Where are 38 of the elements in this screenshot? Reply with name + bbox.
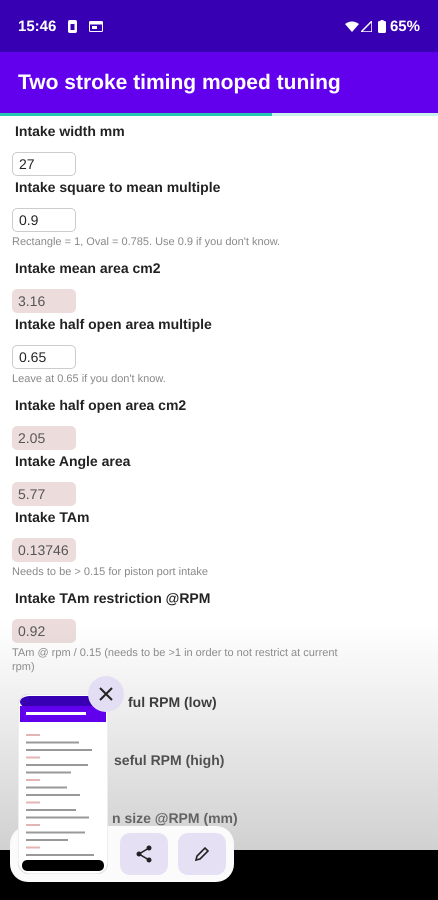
field-label: Intake TAm — [14, 508, 90, 527]
input-field[interactable]: 0.9 — [12, 208, 76, 232]
status-time: 15:46 — [18, 18, 56, 34]
window-icon — [89, 20, 104, 32]
input-field[interactable]: 27 — [12, 152, 76, 176]
field-label: Intake half open area multiple — [14, 315, 213, 334]
field-label: ful RPM (low) — [128, 694, 217, 710]
field-label: Intake width mm — [14, 122, 126, 141]
field-label: Intake TAm restriction @RPM — [14, 589, 212, 608]
wifi-icon — [344, 20, 359, 32]
result-field[interactable]: 0.13746 — [12, 538, 76, 562]
edit-button[interactable] — [178, 833, 226, 875]
result-field[interactable]: 3.16 — [12, 289, 76, 313]
field-label: n size @RPM (mm) — [112, 810, 238, 826]
hint-text: Needs to be > 0.15 for piston port intake — [12, 565, 209, 580]
hint-text: TAm @ rpm / 0.15 (needs to be >1 in order to not restrict at current rpm) — [12, 646, 339, 675]
result-field[interactable]: 5.77 — [12, 482, 76, 506]
field-label: Intake square to mean multiple — [14, 178, 222, 197]
signal-icon — [360, 20, 372, 32]
battery-percent: 65% — [390, 18, 420, 34]
input-field[interactable]: 0.65 — [12, 345, 76, 369]
field-label: Intake Angle area — [14, 452, 132, 471]
field-label: Intake half open area cm2 — [14, 396, 188, 415]
sim-card-icon — [68, 20, 78, 32]
result-field[interactable]: 0.92 — [12, 619, 76, 643]
close-button[interactable] — [88, 676, 124, 712]
close-icon — [98, 686, 114, 702]
app-title: Two stroke timing moped tuning — [18, 70, 341, 94]
result-field[interactable]: 2.05 — [12, 426, 76, 450]
battery-icon — [378, 20, 386, 32]
field-label: seful RPM (high) — [114, 752, 224, 768]
hint-text: Rectangle = 1, Oval = 0.785. Use 0.9 if you don't know. — [12, 235, 282, 250]
share-button[interactable] — [120, 833, 168, 875]
field-label: Intake mean area cm2 — [14, 259, 162, 278]
screenshot-thumbnail[interactable] — [18, 694, 108, 874]
share-icon — [135, 845, 153, 863]
pencil-icon — [194, 846, 210, 862]
hint-text: Leave at 0.65 if you don't know. — [12, 372, 167, 387]
